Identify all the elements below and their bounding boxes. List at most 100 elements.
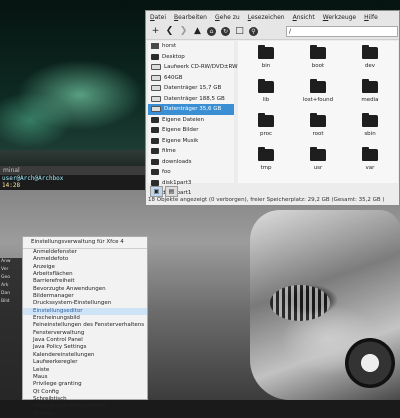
up-icon[interactable]: ▲ [192, 26, 203, 37]
settings-menu-item[interactable]: Kalendereinstellungen [23, 352, 147, 359]
app-menu-item[interactable]: Ver [0, 266, 22, 274]
terminal-window[interactable]: minal user@Arch@Archbox 14:28 [0, 166, 150, 190]
sidebar-item[interactable]: horst [148, 41, 234, 52]
settings-menu-item[interactable]: Java Control Panel [23, 337, 147, 344]
app-menu-item[interactable]: Dan [0, 290, 22, 298]
folder-icon [310, 147, 326, 161]
back-icon[interactable]: ❮ [164, 26, 175, 37]
folder-item[interactable]: var [350, 147, 390, 179]
settings-menu-title[interactable]: Einstellungsverwaltung für Xfce 4 [23, 237, 147, 249]
sidebar-item[interactable]: filme [148, 146, 234, 157]
folder-item[interactable]: usr [298, 147, 338, 179]
folder-icon [310, 45, 326, 59]
sidebar-item[interactable]: Datenträger 15,7 GB [148, 83, 234, 94]
settings-menu-item[interactable]: Arbeitsflächen [23, 271, 147, 278]
folder-item[interactable]: bin [246, 45, 286, 77]
folder-item[interactable]: tmp [246, 147, 286, 179]
settings-menu-item[interactable]: Druckssystem-Einstellungen [23, 300, 147, 307]
settings-menu-item[interactable]: Maus [23, 374, 147, 381]
sidebar-item[interactable]: Laufwerk CD-RW/DVD±RW [148, 62, 238, 73]
search-icon[interactable]: ⚲ [248, 26, 259, 37]
menu-lesezeichen[interactable]: Lesezeichen [244, 14, 289, 21]
sidebar-item-label: Eigene Musik [162, 137, 199, 144]
app-menu-item[interactable]: Bild [0, 298, 22, 306]
app-menu-item[interactable]: Anw [0, 258, 22, 266]
folder-item[interactable]: dev [350, 45, 390, 77]
app-menu-item[interactable]: Geo [0, 274, 22, 282]
sidebar-item[interactable]: Eigene Dateien [148, 115, 234, 126]
drive-icon [151, 106, 161, 113]
open-folder-icon[interactable]: □ [234, 26, 245, 37]
forward-icon[interactable]: ❯ [178, 26, 189, 37]
sidebar-item[interactable]: foo [148, 167, 234, 178]
sidebar-item[interactable]: Datenträger 35,6 GB [148, 104, 234, 115]
folder-label: root [312, 131, 324, 137]
settings-menu-item[interactable]: Feineinstellungen des Fensterverhaltens [23, 322, 147, 329]
folder-label: lost+found [302, 97, 334, 103]
settings-menu: Einstellungsverwaltung für Xfce 4 Anmeld… [22, 236, 148, 417]
folder-icon [258, 45, 274, 59]
menu-ansicht[interactable]: Ansicht [289, 14, 319, 21]
sidebar-item[interactable]: Eigene Bilder [148, 125, 234, 136]
folder-icon [151, 116, 159, 123]
settings-menu-item[interactable]: Barrierefreiheit [23, 278, 147, 285]
settings-menu-item[interactable]: Qt Config [23, 389, 147, 396]
settings-menu-item[interactable]: Java Policy Settings [23, 344, 147, 351]
settings-menu-item[interactable]: Privilege granting [23, 381, 147, 388]
sidebar-item[interactable]: Datenträger 188,5 GB [148, 94, 234, 105]
folder-item[interactable]: lost+found [298, 79, 338, 111]
menu-bearbeiten[interactable]: Bearbeiten [170, 14, 211, 21]
status-bar: 18 Objekte angezeigt (0 verborgen), frei… [148, 197, 385, 203]
folder-icon [310, 79, 326, 93]
folder-icon [362, 79, 378, 93]
settings-menu-item[interactable]: Einstellungseditor [23, 307, 147, 316]
settings-menu-item[interactable]: Anmeldefenster [23, 249, 147, 256]
menu-werkzeuge[interactable]: Werkzeuge [319, 14, 360, 21]
sidebar-item-label: Eigene Dateien [162, 116, 205, 123]
sidebar-item[interactable]: downloads [148, 157, 234, 168]
new-icon[interactable]: + [150, 26, 161, 37]
reload-icon[interactable]: ↻ [220, 26, 231, 37]
sidebar-item-label: Laufwerk CD-RW/DVD±RW [164, 64, 238, 71]
terminal-prompt[interactable]: user@Arch@Archbox 14:28 [0, 175, 150, 189]
folder-label: tmp [260, 165, 272, 171]
sidebar-item[interactable]: Desktop [148, 52, 234, 63]
folder-item[interactable]: sbin [350, 113, 390, 145]
settings-menu-item[interactable]: Leiste [23, 367, 147, 374]
settings-menu-item[interactable]: Tastatur [23, 411, 147, 418]
location-bar[interactable]: / [286, 26, 398, 37]
menu-gehe-zu[interactable]: Gehe zu [211, 14, 244, 21]
folder-label: dev [364, 63, 376, 69]
sidebar-item[interactable]: Eigene Musik [148, 136, 234, 147]
settings-menu-item[interactable]: Erscheinungsbild [23, 315, 147, 322]
folder-icon [362, 113, 378, 127]
shortcuts-pane-icon[interactable]: ▣ [150, 186, 163, 197]
app-menu-item[interactable]: Ark [0, 282, 22, 290]
sidebar-item-label: 640GB [164, 74, 183, 81]
wallpaper-car-wheel [345, 338, 395, 388]
tree-pane-icon[interactable]: ▤ [165, 186, 178, 197]
sidebar-item[interactable]: 640GB [148, 73, 234, 84]
folder-item[interactable]: proc [246, 113, 286, 145]
folder-item[interactable]: media [350, 79, 390, 111]
settings-menu-item[interactable]: Anzeige [23, 264, 147, 271]
menu-hilfe[interactable]: Hilfe [360, 14, 382, 21]
settings-menu-item[interactable]: Sitzung und Startverhalten [23, 403, 147, 410]
settings-menu-item[interactable]: Bildermanager [23, 293, 147, 300]
places-sidebar: horst Desktop Laufwerk CD-RW/DVD±RW 640GB Da… [148, 41, 238, 197]
sidebar-item-label: Datenträger 15,7 GB [164, 85, 222, 92]
menu-datei[interactable]: Datei [146, 14, 170, 21]
folder-item[interactable]: root [298, 113, 338, 145]
settings-menu-item[interactable]: Fensterverwaltung [23, 330, 147, 337]
sidebar-item-label: Eigene Bilder [162, 127, 199, 134]
folder-item[interactable]: boot [298, 45, 338, 77]
settings-menu-item[interactable]: Laufwerkeregler [23, 359, 147, 366]
folder-icon-view: bin boot dev lib lost+found media proc root sbin… [238, 41, 398, 183]
folder-item[interactable]: lib [246, 79, 286, 111]
settings-menu-item[interactable]: Bevorzugte Anwendungen [23, 286, 147, 293]
sidebar-item-label: filme [162, 148, 176, 155]
sidebar-item-label: foo [162, 169, 171, 176]
folder-icon [362, 147, 378, 161]
settings-menu-item[interactable]: Anmeldefoto [23, 256, 147, 263]
home-icon[interactable]: ⌂ [206, 26, 217, 37]
